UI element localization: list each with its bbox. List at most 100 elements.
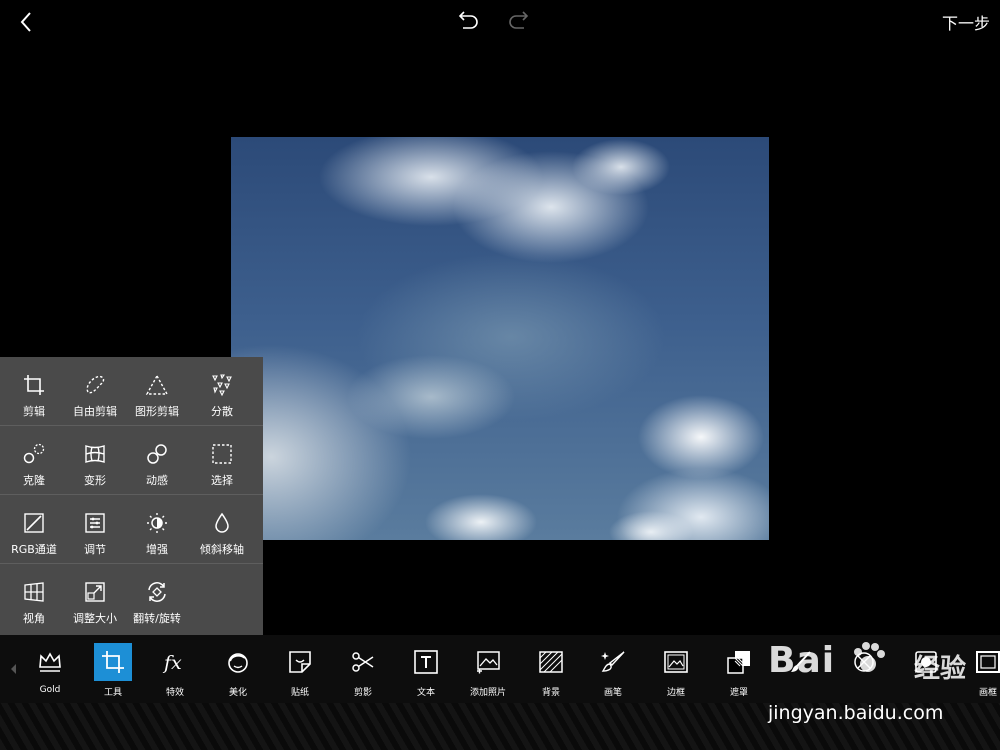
toolbar-draw[interactable] (771, 643, 831, 699)
toolbar-label: 边框 (666, 688, 685, 698)
background-icon (539, 651, 563, 673)
tool-adjust[interactable]: 调节 (62, 495, 128, 563)
resize-icon (85, 582, 105, 602)
beautify-icon (228, 653, 248, 673)
freecrop-icon (86, 375, 105, 394)
tools-row: 视角 调整大小 翻转/旋转 (0, 564, 263, 632)
tool-warp[interactable]: 变形 (62, 426, 128, 494)
square-fit-icon (915, 651, 937, 673)
toolbar-beautify[interactable]: 美化 (208, 643, 268, 699)
toolbar-gold[interactable]: Gold (20, 643, 80, 699)
tool-clone[interactable]: 克隆 (1, 426, 67, 494)
tool-free-crop[interactable]: 自由剪辑 (62, 357, 128, 425)
toolbar-cutout[interactable]: 剪影 (333, 643, 393, 699)
clone-icon (23, 443, 45, 464)
shapecrop-icon (145, 374, 169, 395)
tool-label: 动感 (146, 474, 168, 487)
tool-label: 调节 (84, 543, 106, 556)
toolbar-label: Gold (39, 685, 61, 695)
tiltshift-icon (215, 512, 229, 533)
toolbar-label: 遮罩 (729, 688, 748, 698)
brush-icon (601, 651, 625, 672)
tool-enhance[interactable]: 增强 (124, 495, 190, 563)
undo-icon[interactable] (454, 8, 482, 34)
tool-label: 选择 (211, 474, 233, 487)
tool-tilt-shift[interactable]: 倾斜移轴 (189, 495, 255, 563)
crown-icon (39, 652, 61, 672)
toolbar-label: 贴纸 (290, 688, 309, 698)
tool-rgb-channel[interactable]: RGB通道 (1, 495, 67, 563)
back-icon[interactable] (12, 8, 40, 36)
toolbar-sticker[interactable]: 贴纸 (270, 643, 330, 699)
toolbar-background[interactable]: 背景 (521, 643, 581, 699)
text-icon (414, 650, 438, 674)
tool-label: 增强 (146, 543, 168, 556)
cutout-icon (352, 652, 374, 672)
toolbar-label: 画框 (978, 688, 997, 698)
redo-icon[interactable] (505, 8, 533, 34)
toolbar-label: 美化 (228, 688, 247, 698)
toolbar-label: 文本 (416, 688, 435, 698)
tool-shape-crop[interactable]: 图形剪辑 (124, 357, 190, 425)
motion-icon (147, 444, 167, 464)
tools-row: RGB通道 调节 增强 倾斜移轴 (0, 495, 263, 564)
tool-crop[interactable]: 剪辑 (1, 357, 67, 425)
tool-label: 克隆 (23, 474, 45, 487)
toolbar-effects[interactable]: fx 特效 (145, 643, 205, 699)
select-icon (212, 444, 232, 464)
toolbar-brush[interactable]: 画笔 (583, 643, 643, 699)
mask-icon (727, 651, 750, 674)
toolbar-label: 工具 (103, 688, 122, 698)
toolbar-label: 剪影 (353, 688, 372, 698)
toolbar-square-fit[interactable] (896, 643, 956, 699)
warp-icon (85, 445, 105, 463)
top-bar: 下一步 (0, 0, 1000, 44)
fx-icon: fx (162, 652, 182, 674)
tools-row: 克隆 变形 动感 选择 (0, 426, 263, 495)
toolbar-text[interactable]: 文本 (396, 643, 456, 699)
tool-perspective[interactable]: 视角 (1, 564, 67, 632)
tool-motion[interactable]: 动感 (124, 426, 190, 494)
tools-panel: 剪辑 自由剪辑 图形剪辑 分散 克隆 变形 动感 选择 RGB通道 调节 增强 … (0, 357, 263, 635)
tool-label: 视角 (23, 612, 45, 625)
draw-icon (791, 651, 811, 672)
crop-icon (102, 651, 124, 673)
tool-label: 翻转/旋转 (133, 612, 181, 625)
adjust-icon (85, 513, 105, 533)
enhance-icon (147, 513, 167, 533)
toolbar-label: 特效 (165, 688, 184, 698)
perspective-icon (24, 582, 44, 602)
sticker-icon (289, 651, 311, 673)
toolbar-mask[interactable]: 遮罩 (709, 643, 769, 699)
toolbar-add-photo[interactable]: 添加照片 (458, 643, 518, 699)
toolbar-picture-frame[interactable]: 画框 (958, 643, 1000, 699)
tool-label: 变形 (84, 474, 106, 487)
curves-icon (24, 513, 44, 533)
tool-disperse[interactable]: 分散 (189, 357, 255, 425)
tool-select[interactable]: 选择 (189, 426, 255, 494)
lens-icon (854, 652, 874, 672)
crop-icon (24, 375, 44, 395)
tool-resize[interactable]: 调整大小 (62, 564, 128, 632)
tool-flip-rotate[interactable]: 翻转/旋转 (124, 564, 190, 632)
scroll-left-icon[interactable] (9, 660, 19, 674)
tool-label: 调整大小 (73, 612, 117, 625)
tool-label: 倾斜移轴 (200, 543, 244, 556)
toolbar-tools[interactable]: 工具 (83, 643, 143, 699)
fliprotate-icon (148, 582, 166, 602)
tool-label: 自由剪辑 (73, 405, 117, 418)
tool-label: 图形剪辑 (135, 405, 179, 418)
toolbar-label: 画笔 (603, 688, 622, 698)
disperse-icon (212, 374, 232, 397)
tool-label: RGB通道 (11, 543, 57, 556)
photo-canvas[interactable] (231, 137, 769, 540)
bottom-pattern (0, 703, 1000, 750)
add-photo-icon (477, 651, 500, 674)
toolbar-label: 背景 (541, 688, 560, 698)
picture-frame-icon (976, 651, 1000, 673)
tool-label: 分散 (211, 405, 233, 418)
toolbar-frame[interactable]: 边框 (646, 643, 706, 699)
toolbar-lens[interactable] (834, 643, 894, 699)
next-step-button[interactable]: 下一步 (942, 10, 990, 34)
tools-row: 剪辑 自由剪辑 图形剪辑 分散 (0, 357, 263, 426)
